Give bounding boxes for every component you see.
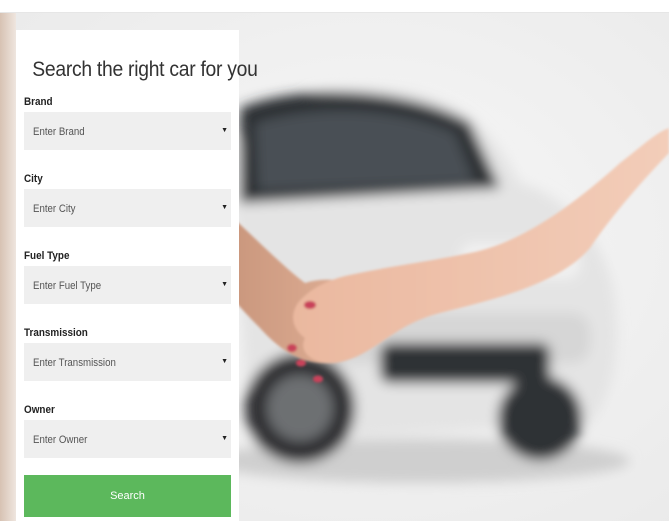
caret-down-icon: ▼ bbox=[221, 358, 228, 365]
background-edge bbox=[0, 13, 16, 521]
owner-label: Owner bbox=[24, 404, 55, 416]
city-label: City bbox=[24, 173, 43, 185]
top-bar bbox=[0, 0, 669, 13]
brand-label: Brand bbox=[24, 96, 53, 108]
fuel-type-select[interactable]: Enter Fuel Type ▼ bbox=[24, 266, 231, 304]
caret-down-icon: ▼ bbox=[221, 435, 228, 442]
fuel-type-field: Fuel Type Enter Fuel Type ▼ bbox=[24, 248, 231, 304]
city-select-placeholder: Enter City bbox=[33, 203, 76, 215]
caret-down-icon: ▼ bbox=[221, 281, 228, 288]
search-button[interactable]: Search bbox=[24, 475, 231, 517]
brand-select-placeholder: Enter Brand bbox=[33, 126, 85, 138]
owner-select[interactable]: Enter Owner ▼ bbox=[24, 420, 231, 458]
brand-select[interactable]: Enter Brand ▼ bbox=[24, 112, 231, 150]
fuel-type-select-placeholder: Enter Fuel Type bbox=[33, 280, 102, 292]
caret-down-icon: ▼ bbox=[221, 204, 228, 211]
owner-select-placeholder: Enter Owner bbox=[33, 434, 88, 446]
city-field: City Enter City ▼ bbox=[24, 171, 231, 227]
page: Search the right car for you Brand Enter… bbox=[0, 0, 669, 521]
transmission-select[interactable]: Enter Transmission ▼ bbox=[24, 343, 231, 381]
owner-field: Owner Enter Owner ▼ bbox=[24, 402, 231, 458]
city-select[interactable]: Enter City ▼ bbox=[24, 189, 231, 227]
brand-field: Brand Enter Brand ▼ bbox=[24, 94, 231, 150]
fuel-type-label: Fuel Type bbox=[24, 250, 70, 262]
transmission-select-placeholder: Enter Transmission bbox=[33, 357, 116, 369]
search-title: Search the right car for you bbox=[32, 58, 258, 81]
transmission-label: Transmission bbox=[24, 327, 88, 339]
car-search-panel: Search the right car for you Brand Enter… bbox=[16, 30, 258, 521]
caret-down-icon: ▼ bbox=[221, 127, 228, 134]
transmission-field: Transmission Enter Transmission ▼ bbox=[24, 325, 231, 381]
